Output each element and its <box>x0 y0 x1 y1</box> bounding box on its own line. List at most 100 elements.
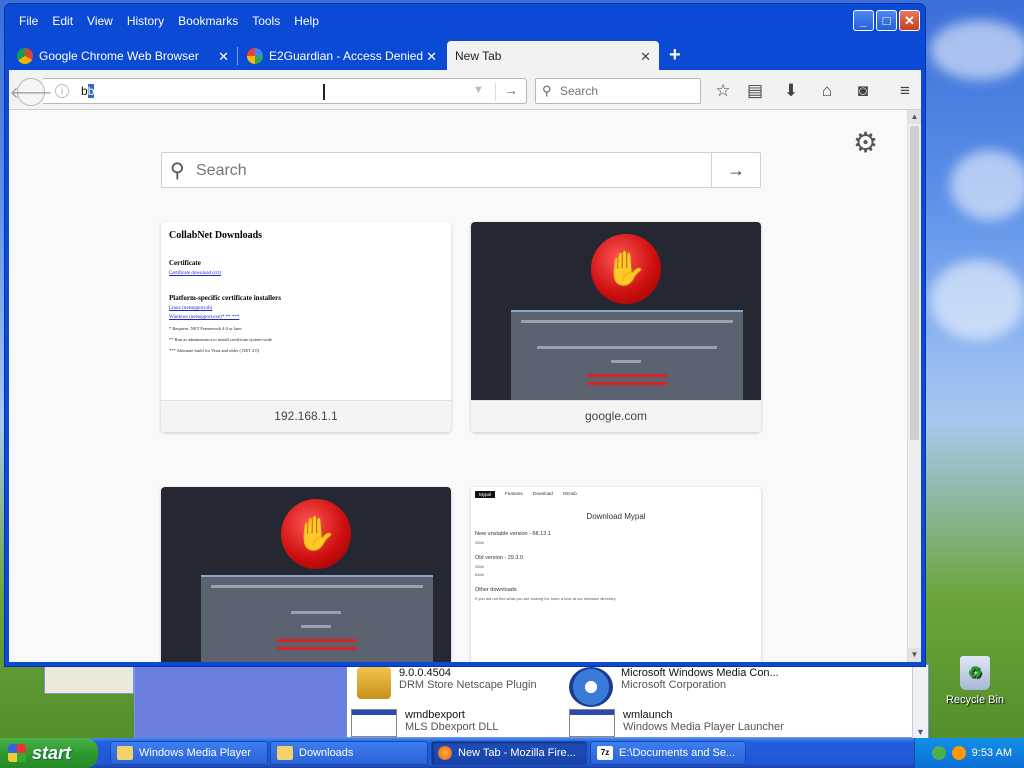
top-site-tile-google[interactable]: ✋ google.com <box>471 222 761 432</box>
menu-edit[interactable]: Edit <box>46 11 81 33</box>
download-icon[interactable]: ⬇ <box>779 79 803 103</box>
tab-strip: Google Chrome Web Browser ✕ E2Guardian -… <box>9 41 921 71</box>
search-tray-icon[interactable] <box>951 746 966 760</box>
task-firefox[interactable]: New Tab - Mozilla Fire... <box>431 741 587 765</box>
system-tray: 9:53 AM <box>914 738 1024 768</box>
text-line <box>521 320 733 323</box>
url-divider <box>495 83 496 101</box>
new-tab-button[interactable]: + <box>669 44 681 67</box>
thumb-link: Windows (netsupport.exe)* ** *** <box>169 315 240 320</box>
close-tab-icon[interactable]: ✕ <box>426 49 437 65</box>
menu-view[interactable]: View <box>81 11 121 33</box>
item-name: wmdbexport <box>405 709 465 721</box>
maximize-button[interactable]: □ <box>876 10 897 31</box>
settings-gear-icon[interactable]: ⚙ <box>853 126 878 159</box>
menu-tools[interactable]: Tools <box>246 11 288 33</box>
archive-icon: 7z <box>597 746 613 760</box>
explorer-scrollbar[interactable]: ▼ <box>912 665 928 739</box>
clock[interactable]: 9:53 AM <box>972 747 1012 759</box>
network-icon[interactable] <box>931 746 946 760</box>
explorer-item-wmdbexport[interactable]: wmdbexport MLS Dbexport DLL <box>351 709 499 737</box>
explorer-item-drm[interactable]: 9.0.0.4504 DRM Store Netscape Plugin <box>357 667 537 699</box>
thumb-heading: Certificate <box>169 259 201 267</box>
explorer-item-wmlaunch[interactable]: wmlaunch Windows Media Player Launcher <box>569 709 784 737</box>
menu-bookmarks[interactable]: Bookmarks <box>172 11 246 33</box>
explorer-left-pane <box>135 665 347 739</box>
thumb-title: CollabNet Downloads <box>169 230 263 241</box>
url-bar[interactable]: i bb ▼ → <box>43 78 527 104</box>
search-go-arrow-icon[interactable]: → <box>711 153 760 187</box>
plugin-icon <box>357 667 391 699</box>
menu-file[interactable]: File <box>13 11 46 33</box>
menu-history[interactable]: History <box>121 11 172 33</box>
page-scrollbar[interactable]: ▲ ▼ <box>907 110 921 662</box>
tab-e2guardian[interactable]: E2Guardian - Access Denied ✕ <box>239 41 445 71</box>
tile-label: 192.168.1.1 <box>161 400 451 432</box>
tab-chrome[interactable]: Google Chrome Web Browser ✕ <box>9 41 237 71</box>
task-label: E:\Documents and Se... <box>619 747 736 759</box>
scroll-thumb[interactable] <box>910 126 919 440</box>
item-name: wmlaunch <box>623 709 673 721</box>
url-typed-text: b <box>81 84 88 98</box>
stop-hand-icon: ✋ <box>281 499 351 569</box>
thumb-title: Download Mypal <box>586 512 646 521</box>
search-input[interactable] <box>560 83 690 99</box>
tab-separator <box>237 47 238 65</box>
newtab-search-input[interactable] <box>196 161 706 181</box>
go-arrow-icon[interactable]: → <box>504 82 518 98</box>
thumb-text: Other downloads <box>475 587 517 593</box>
reading-list-icon[interactable]: ▤ <box>743 79 767 103</box>
info-icon[interactable]: i <box>55 84 69 98</box>
close-button[interactable]: ✕ <box>899 10 920 31</box>
task-downloads[interactable]: Downloads <box>270 741 428 765</box>
start-button[interactable]: start <box>0 738 98 768</box>
tile-thumbnail: Mypal Features Download GitHub Download … <box>471 487 761 662</box>
pocket-icon[interactable]: ◙ <box>851 79 875 103</box>
dropdown-arrow-icon[interactable]: ▼ <box>473 84 484 96</box>
new-tab-page: ⚙ ⚲ → CollabNet Downloads Certificate Ce… <box>9 110 907 662</box>
thumb-nav-item: Features <box>505 491 523 496</box>
newtab-search-box[interactable]: ⚲ → <box>161 152 761 188</box>
scroll-down-icon[interactable]: ▼ <box>916 727 925 737</box>
thumb-note: * Requires .NET Framework 4.0 or later <box>169 326 242 331</box>
desktop-cloud <box>930 260 1024 340</box>
text-line <box>537 346 717 349</box>
top-site-tile-192-168-1-1[interactable]: CollabNet Downloads Certificate Certific… <box>161 222 451 432</box>
firefox-window: File Edit View History Bookmarks Tools H… <box>5 4 925 666</box>
google-icon <box>247 48 263 64</box>
minimize-button[interactable]: _ <box>853 10 874 31</box>
item-desc: Microsoft Corporation <box>621 679 727 691</box>
task-windows-media-player[interactable]: Windows Media Player <box>110 741 268 765</box>
thumb-nav-item: Mypal <box>475 491 496 498</box>
navigation-toolbar: i bb ▼ → 🡐 ⚲ ☆ ▤ ⬇ ⌂ ◙ ≡ <box>9 70 921 110</box>
home-icon[interactable]: ⌂ <box>815 79 839 103</box>
recycle-bin[interactable]: ♻ Recycle Bin <box>945 656 1005 706</box>
taskbar: start Windows Media Player Downloads New… <box>0 738 1024 768</box>
thumb-nav-item: Download <box>532 491 553 496</box>
menu-help[interactable]: Help <box>288 11 327 33</box>
hamburger-menu-icon[interactable]: ≡ <box>893 79 917 103</box>
close-tab-icon[interactable]: ✕ <box>640 49 651 65</box>
background-explorer-window: 9.0.0.4504 DRM Store Netscape Plugin Micr… <box>134 664 929 739</box>
close-tab-icon[interactable]: ✕ <box>218 49 229 65</box>
scroll-down-icon[interactable]: ▼ <box>908 648 921 662</box>
menu-bar: File Edit View History Bookmarks Tools H… <box>13 11 327 33</box>
explorer-item-wmp[interactable]: Microsoft Windows Media Con... Microsoft … <box>569 667 779 707</box>
background-small-window <box>44 664 134 694</box>
search-bar[interactable]: ⚲ <box>535 78 701 104</box>
tab-label: Google Chrome Web Browser <box>39 49 199 63</box>
task-7zip[interactable]: 7z E:\Documents and Se... <box>590 741 746 765</box>
top-site-tile-mypal[interactable]: Mypal Features Download GitHub Download … <box>471 487 761 662</box>
tab-new-tab[interactable]: New Tab ✕ <box>447 41 659 71</box>
bookmark-star-icon[interactable]: ☆ <box>711 79 735 103</box>
top-site-tile-denied[interactable]: ✋ <box>161 487 451 662</box>
start-label: start <box>32 742 72 763</box>
scroll-up-icon[interactable]: ▲ <box>908 110 921 124</box>
tile-thumbnail: CollabNet Downloads Certificate Certific… <box>161 222 451 400</box>
task-label: Downloads <box>299 747 354 759</box>
url-input[interactable]: bb <box>81 84 95 98</box>
back-button[interactable]: 🡐 <box>10 78 52 106</box>
windows-flag-icon <box>8 744 26 762</box>
window-controls: _ □ ✕ <box>853 10 920 31</box>
desktop-cloud <box>930 20 1024 80</box>
